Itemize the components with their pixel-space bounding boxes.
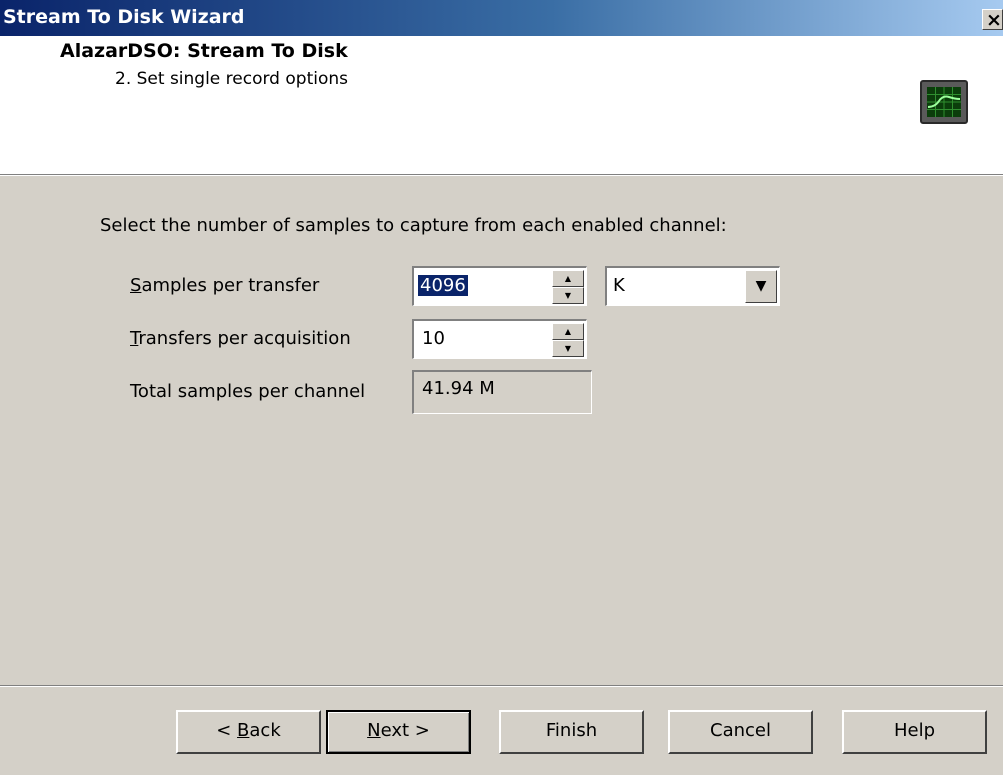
transfers-per-acquisition-label: Transfers per acquisition: [130, 328, 351, 349]
transfers-per-acquisition-spinner[interactable]: ▲ ▼: [552, 323, 584, 357]
window-title: Stream To Disk Wizard: [3, 6, 245, 28]
close-icon: ×: [986, 9, 1002, 31]
chevron-down-icon[interactable]: ▼: [745, 270, 777, 303]
spin-up-button[interactable]: ▲: [552, 323, 584, 340]
samples-per-transfer-spinner[interactable]: ▲ ▼: [552, 270, 584, 304]
oscilloscope-icon: [920, 80, 968, 124]
samples-unit-value: K: [613, 275, 625, 296]
cancel-button[interactable]: Cancel: [668, 710, 813, 754]
wizard-step-subtitle: 2. Set single record options: [115, 69, 348, 89]
back-button[interactable]: < Back: [176, 710, 321, 754]
transfers-per-acquisition-input[interactable]: 10 ▲ ▼: [412, 319, 587, 359]
samples-unit-dropdown[interactable]: K ▼: [605, 266, 780, 306]
instruction-text: Select the number of samples to capture …: [100, 215, 727, 236]
total-samples-value: 41.94 M: [422, 378, 495, 399]
samples-per-transfer-value[interactable]: 4096: [418, 275, 468, 296]
next-button[interactable]: Next >: [326, 710, 471, 754]
title-bar: Stream To Disk Wizard: [0, 0, 1003, 36]
transfers-per-acquisition-value[interactable]: 10: [422, 328, 445, 349]
total-samples-label: Total samples per channel: [130, 381, 366, 402]
spin-up-button[interactable]: ▲: [552, 270, 584, 287]
samples-per-transfer-input[interactable]: 4096 ▲ ▼: [412, 266, 587, 306]
spin-down-button[interactable]: ▼: [552, 287, 584, 304]
help-button[interactable]: Help: [842, 710, 987, 754]
finish-button[interactable]: Finish: [499, 710, 644, 754]
total-samples-field: 41.94 M: [412, 370, 592, 414]
spin-down-button[interactable]: ▼: [552, 340, 584, 357]
wizard-title: AlazarDSO: Stream To Disk: [60, 40, 348, 62]
samples-per-transfer-label: Samples per transfer: [130, 275, 320, 296]
close-button[interactable]: ×: [982, 9, 1003, 31]
